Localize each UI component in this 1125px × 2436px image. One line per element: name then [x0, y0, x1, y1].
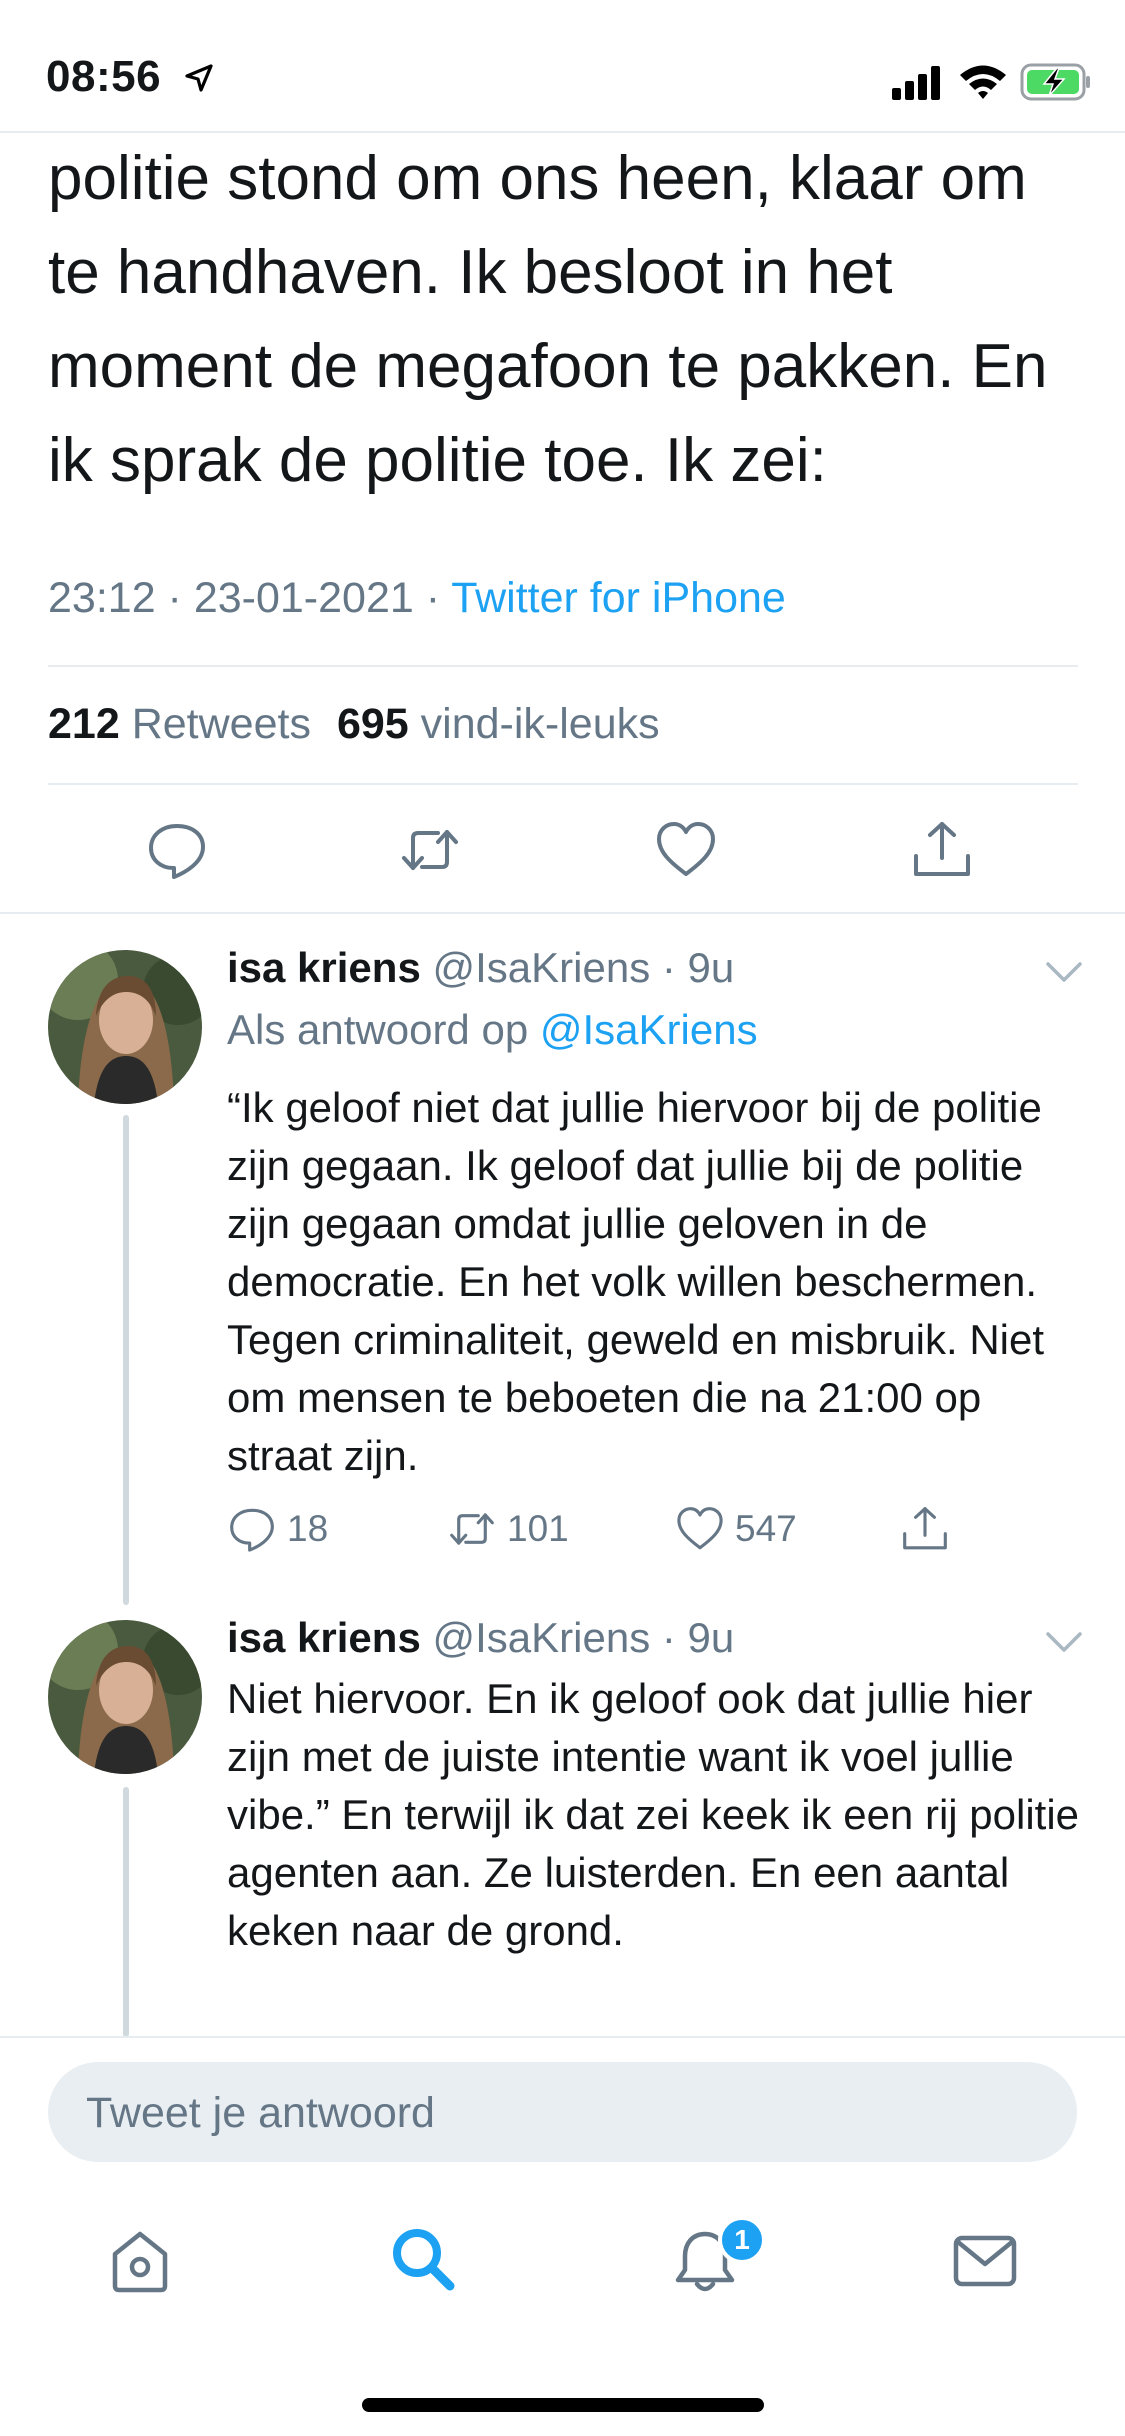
- reply-input-placeholder: Tweet je antwoord: [86, 2089, 435, 2137]
- retweets-count: 212: [48, 700, 120, 748]
- reply-to-label: Als antwoord op: [227, 1006, 540, 1053]
- thread-line: [123, 1115, 129, 1605]
- likes-count: 695: [336, 700, 409, 748]
- like-icon[interactable]: [654, 818, 718, 882]
- retweet-count: 101: [507, 1508, 569, 1549]
- home-icon[interactable]: [105, 2226, 175, 2296]
- reply-header: isa kriens @IsaKriens · 9u: [227, 1614, 734, 1662]
- tweet-stats: 212 Retweets 695 vind-ik-leuks: [48, 700, 660, 749]
- share-icon: [903, 1507, 947, 1550]
- reply-count: 18: [287, 1508, 329, 1549]
- share-button[interactable]: [900, 1504, 960, 1554]
- avatar[interactable]: [48, 950, 202, 1104]
- reply-to-mention[interactable]: @IsaKriens: [540, 1006, 758, 1053]
- author-name[interactable]: isa kriens: [227, 1614, 421, 1661]
- reply-composer[interactable]: Tweet je antwoord: [48, 2062, 1077, 2162]
- retweets-stat[interactable]: 212 Retweets: [48, 700, 311, 748]
- divider: [48, 665, 1078, 667]
- retweet-button[interactable]: 101: [447, 1504, 569, 1554]
- avatar-photo: [48, 1620, 202, 1774]
- like-count: 547: [735, 1508, 797, 1549]
- thread-line: [123, 1787, 129, 2037]
- chevron-down-icon[interactable]: [1044, 1628, 1084, 1656]
- messages-icon[interactable]: [950, 2226, 1020, 2296]
- cellular-signal-icon: [892, 66, 940, 100]
- tweet-timestamp: 23:12 · 23-01-2021 ·: [48, 574, 452, 622]
- chevron-down-icon[interactable]: [1044, 958, 1084, 986]
- avatar-photo: [48, 950, 202, 1104]
- retweet-icon: [450, 1513, 494, 1545]
- home-indicator[interactable]: [362, 2398, 764, 2412]
- author-handle[interactable]: @IsaKriens · 9u: [432, 944, 734, 991]
- reply-icon[interactable]: [145, 818, 209, 882]
- status-time: 08:56: [46, 52, 162, 101]
- tweet-meta: 23:12 · 23-01-2021 · Twitter for iPhone: [48, 574, 786, 623]
- reply-button[interactable]: 18: [227, 1504, 328, 1554]
- search-icon[interactable]: [388, 2224, 458, 2294]
- wifi-icon: [960, 65, 1006, 99]
- retweet-icon[interactable]: [398, 818, 462, 882]
- main-tweet-text: politie stond om ons heen, klaar om te h…: [48, 144, 1048, 495]
- battery-charging-icon: [1020, 63, 1090, 101]
- tweet-source-link[interactable]: Twitter for iPhone: [451, 574, 786, 622]
- reply-text: Niet hiervoor. En ik geloof ook dat jull…: [227, 1675, 1080, 1954]
- divider: [0, 2036, 1125, 2038]
- retweets-label: Retweets: [131, 700, 311, 748]
- status-bar: 08:56: [0, 0, 1125, 132]
- reply-text: “Ik geloof niet dat jullie hiervoor bij …: [227, 1084, 1045, 1479]
- notification-badge: 1: [718, 2216, 766, 2264]
- likes-stat[interactable]: 695 vind-ik-leuks: [337, 700, 660, 748]
- reply-header: isa kriens @IsaKriens · 9u: [227, 944, 734, 992]
- share-icon[interactable]: [910, 818, 974, 882]
- author-handle[interactable]: @IsaKriens · 9u: [432, 1614, 734, 1661]
- location-arrow-icon: [185, 64, 213, 92]
- author-name[interactable]: isa kriens: [227, 944, 421, 991]
- like-icon: [677, 1507, 723, 1550]
- like-button[interactable]: 547: [675, 1504, 797, 1554]
- avatar[interactable]: [48, 1620, 202, 1774]
- divider: [48, 783, 1078, 785]
- divider: [0, 912, 1125, 914]
- reply-to-line: Als antwoord op @IsaKriens: [227, 1006, 758, 1054]
- likes-label: vind-ik-leuks: [420, 700, 660, 748]
- reply-icon: [230, 1508, 274, 1552]
